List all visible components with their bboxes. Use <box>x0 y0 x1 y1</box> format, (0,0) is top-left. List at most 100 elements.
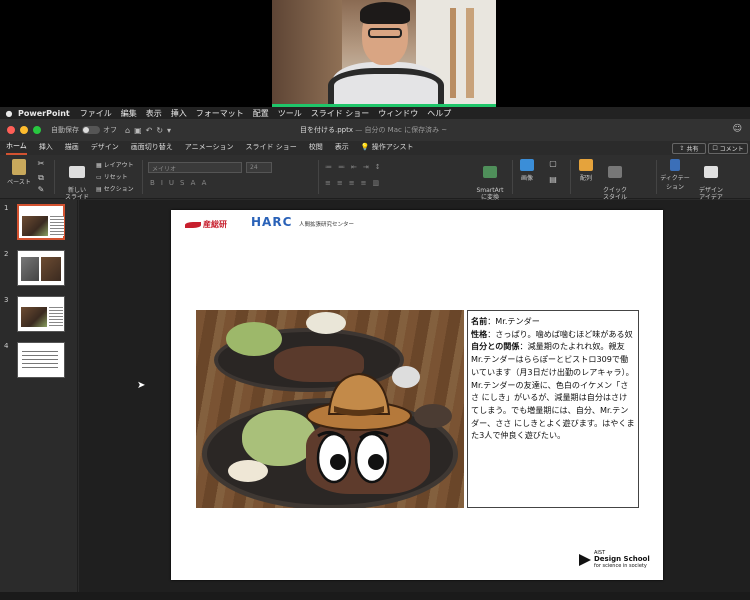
autosave-control[interactable]: 自動保存 オフ <box>51 125 117 135</box>
menu-format[interactable]: フォーマット <box>196 108 244 119</box>
tab-animations[interactable]: アニメーション <box>185 142 234 154</box>
dictation-label: ディクテーション <box>660 175 690 191</box>
mac-menubar: ● PowerPoint ファイル 編集 表示 挿入 フォーマット 配置 ツール… <box>0 107 750 119</box>
menu-app-name[interactable]: PowerPoint <box>18 109 70 118</box>
autosave-toggle[interactable] <box>82 126 100 134</box>
align-right-icon[interactable]: ≡ <box>349 179 361 187</box>
font-size-select[interactable]: 24 <box>246 162 272 173</box>
quick-style-button[interactable]: クイック スタイル <box>600 159 630 201</box>
home-icon[interactable]: ⌂ <box>125 126 134 135</box>
minimize-window-button[interactable] <box>20 126 28 134</box>
cut-icon[interactable]: ✂ <box>34 159 48 168</box>
tab-home[interactable]: ホーム <box>6 141 27 155</box>
text-format-buttons[interactable]: BIUSAA <box>150 179 212 187</box>
mouse-cursor-icon: ➤ <box>137 380 146 391</box>
reset-button[interactable]: ▭ リセット <box>96 172 128 181</box>
columns-icon[interactable]: ▥ <box>373 179 386 187</box>
menu-slideshow[interactable]: スライド ショー <box>311 108 370 119</box>
quick-style-label: クイック スタイル <box>602 187 627 201</box>
thumbnail-photo <box>41 257 61 281</box>
textbox-icon[interactable]: ▤ <box>542 175 564 184</box>
menu-file[interactable]: ファイル <box>80 108 112 119</box>
section-icon: ▤ <box>96 186 102 193</box>
layout-button[interactable]: ▦ レイアウト <box>96 160 134 169</box>
menu-edit[interactable]: 編集 <box>121 108 137 119</box>
design-ideas-button[interactable]: デザイン アイデア <box>694 159 728 201</box>
copy-icon[interactable]: ⧉ <box>34 173 48 183</box>
dictation-button[interactable]: ディクテーション <box>660 159 690 191</box>
tab-slideshow[interactable]: スライド ショー <box>246 142 297 154</box>
tab-review[interactable]: 校閲 <box>309 142 323 154</box>
outdent-icon[interactable]: ⇥ <box>363 163 375 171</box>
underline-icon[interactable]: U <box>169 179 180 187</box>
indent-icon[interactable]: ⇤ <box>351 163 363 171</box>
highlight-icon[interactable]: A <box>202 179 213 187</box>
paste-button[interactable]: ペースト <box>6 159 32 186</box>
close-window-button[interactable] <box>7 126 15 134</box>
menu-view[interactable]: 表示 <box>146 108 162 119</box>
zoom-window-button[interactable] <box>33 126 41 134</box>
thumbnail-image[interactable] <box>17 250 65 286</box>
character-description-textbox[interactable]: 名前：Mr.テンダー 性格：さっぱり。噛めば噛むほど味がある奴 自分との関係：減… <box>467 310 639 508</box>
justify-icon[interactable]: ≡ <box>361 179 373 187</box>
account-icon[interactable]: ☺ <box>733 124 742 134</box>
thumbnail-image[interactable] <box>17 342 65 378</box>
menu-help[interactable]: ヘルプ <box>427 108 451 119</box>
tab-insert[interactable]: 挿入 <box>39 142 53 154</box>
share-icon: ⇪ <box>679 145 685 152</box>
reset-label: リセット <box>103 174 128 181</box>
redo-icon[interactable]: ↻ <box>156 126 167 135</box>
menu-tools[interactable]: ツール <box>278 108 302 119</box>
arrange-button[interactable]: 配列 <box>574 159 598 182</box>
comment-button[interactable]: ☐ コメント <box>708 143 748 154</box>
aist-logo: 産総研 <box>185 219 227 230</box>
share-button[interactable]: ⇪ 共有 <box>672 143 706 154</box>
ribbon-separator <box>318 160 319 194</box>
image-button[interactable]: 画像 <box>516 159 538 182</box>
apple-icon[interactable]: ● <box>4 109 14 118</box>
smartart-button[interactable]: SmartArt に変換 <box>470 159 510 201</box>
align-left-icon[interactable]: ≡ <box>325 179 337 187</box>
new-slide-button[interactable]: 新しい スライド <box>60 159 94 201</box>
tab-view[interactable]: 表示 <box>335 142 349 154</box>
menu-window[interactable]: ウィンドウ <box>378 108 418 119</box>
menu-insert[interactable]: 挿入 <box>171 108 187 119</box>
tab-transitions[interactable]: 画面切り替え <box>131 142 173 154</box>
bold-icon[interactable]: B <box>150 179 161 187</box>
line-spacing-icon[interactable]: ↕ <box>375 163 387 171</box>
thumbnail-image[interactable] <box>17 296 65 332</box>
thumbnail-image[interactable] <box>17 204 65 240</box>
alignment-buttons[interactable]: ≡≡≡≡▥ <box>325 179 385 187</box>
more-icon[interactable]: ▾ <box>167 126 175 135</box>
ads-tagline: for science in society <box>594 563 647 569</box>
participant-video[interactable] <box>272 0 496 107</box>
paragraph-buttons[interactable]: ≔≕⇤⇥↕ <box>325 163 387 171</box>
participant-jacket <box>328 68 444 107</box>
save-icon[interactable]: ▣ <box>134 126 146 135</box>
format-painter-icon[interactable]: ✎ <box>34 185 48 194</box>
tell-me-search[interactable]: 💡 操作アシスト <box>361 142 414 154</box>
numbering-icon[interactable]: ≕ <box>338 163 351 171</box>
quick-access-toolbar[interactable]: ⌂▣↶↻▾ <box>125 126 175 135</box>
strike-icon[interactable]: S <box>180 179 191 187</box>
tab-draw[interactable]: 描画 <box>65 142 79 154</box>
microphone-icon <box>670 159 680 171</box>
bullets-icon[interactable]: ≔ <box>325 163 338 171</box>
align-center-icon[interactable]: ≡ <box>337 179 349 187</box>
current-slide[interactable]: 産総研 HARC 人間拡張研究センター 名前：Mr.テンダー 性格：さっぱり。噛… <box>171 210 663 580</box>
section-button[interactable]: ▤ セクション <box>96 184 134 193</box>
menu-arrange[interactable]: 配置 <box>253 108 269 119</box>
slide-number: 2 <box>4 250 9 258</box>
arrange-label: 配列 <box>579 175 592 182</box>
font-color-icon[interactable]: A <box>191 179 202 187</box>
comment-icon: ☐ <box>712 145 718 152</box>
tab-design[interactable]: デザイン <box>91 142 119 154</box>
font-name-select[interactable]: メイリオ <box>148 162 242 173</box>
trait-row: 性格：さっぱり。噛めば噛むほど味がある奴 <box>471 328 635 341</box>
share-label: 共有 <box>686 146 699 153</box>
italic-icon[interactable]: I <box>161 179 169 187</box>
steak-photo[interactable] <box>196 310 464 508</box>
doc-name: 目を付ける.pptx <box>300 126 353 134</box>
shapes-icon[interactable]: ▢ <box>542 159 564 168</box>
undo-icon[interactable]: ↶ <box>146 126 157 135</box>
